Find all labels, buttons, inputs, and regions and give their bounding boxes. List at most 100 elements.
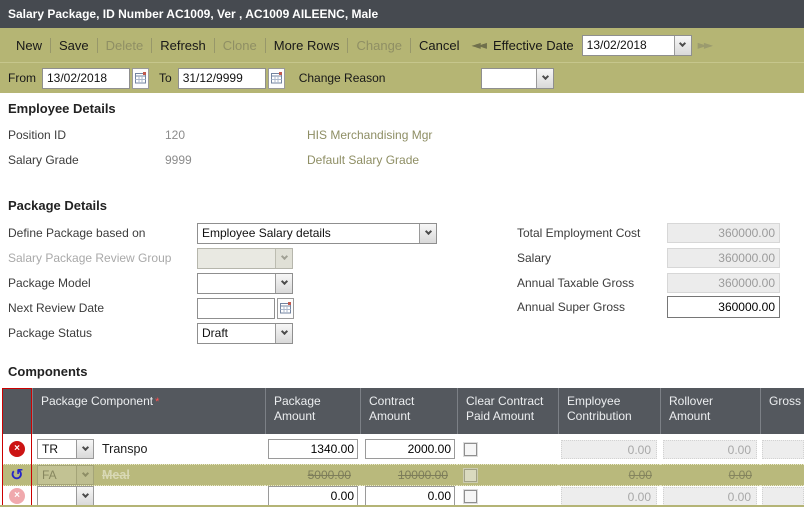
- package-component-header: Package Component*: [32, 388, 265, 434]
- toolbar-separator: [347, 38, 348, 53]
- package-amount-input[interactable]: [268, 439, 358, 459]
- more-rows-button[interactable]: More Rows: [274, 38, 340, 53]
- previous-effective-date-icon[interactable]: ◄◄: [472, 38, 487, 52]
- dropdown-arrow-icon: [275, 274, 292, 293]
- component-code-select[interactable]: [37, 486, 94, 506]
- employee-contribution-cell: 0.00: [558, 464, 660, 486]
- package-status-select[interactable]: Draft: [197, 323, 293, 344]
- bottom-divider: [0, 505, 804, 507]
- calendar-icon[interactable]: [132, 68, 149, 89]
- contract-amount-cell: [360, 434, 457, 464]
- total-employment-cost-label: Total Employment Cost: [517, 226, 667, 240]
- dropdown-arrow-icon: [76, 440, 93, 458]
- clone-button[interactable]: Clone: [223, 38, 257, 53]
- package-component-cell: [32, 486, 265, 506]
- package-amount-value: 5000.00: [308, 468, 360, 482]
- cancel-button[interactable]: Cancel: [419, 38, 459, 53]
- undo-delete-icon[interactable]: ↺: [10, 467, 23, 483]
- toolbar-separator: [265, 38, 266, 53]
- dropdown-arrow-icon: [76, 466, 93, 484]
- contract-amount-header: Contract Amount: [360, 388, 457, 434]
- date-filter-bar: From To Change Reason: [0, 63, 804, 93]
- package-model-select[interactable]: [197, 273, 293, 294]
- package-amount-cell: 5000.00: [265, 464, 360, 486]
- refresh-button[interactable]: Refresh: [160, 38, 206, 53]
- employee-contribution-field: 0.00: [561, 440, 657, 459]
- next-review-date-input[interactable]: [197, 298, 275, 319]
- contract-amount-input[interactable]: [365, 439, 455, 459]
- review-group-label: Salary Package Review Group: [8, 251, 197, 265]
- clear-contract-paid-cell: [457, 486, 558, 506]
- required-marker: *: [155, 396, 159, 408]
- from-date-input[interactable]: [42, 68, 130, 89]
- change-reason-label: Change Reason: [299, 71, 386, 85]
- change-button[interactable]: Change: [356, 38, 402, 53]
- effective-date-label: Effective Date: [493, 38, 574, 53]
- clear-contract-paid-header: Clear Contract Paid Amount: [457, 388, 558, 434]
- rollover-amount-field: 0.00: [663, 440, 757, 459]
- to-date-input[interactable]: [178, 68, 266, 89]
- toolbar-separator: [214, 38, 215, 53]
- package-model-label: Package Model: [8, 276, 197, 290]
- window-title: Salary Package, ID Number AC1009, Ver , …: [0, 0, 804, 28]
- component-code-select[interactable]: FA: [37, 465, 94, 485]
- toolbar-separator: [97, 38, 98, 53]
- gross-cell: [760, 434, 804, 464]
- contract-amount-input[interactable]: [365, 486, 455, 506]
- employee-contribution-header: Employee Contribution: [558, 388, 660, 434]
- new-button[interactable]: New: [16, 38, 42, 53]
- delete-row-icon[interactable]: ×: [9, 441, 25, 457]
- dropdown-arrow-icon: [76, 487, 93, 505]
- components-table: Package Component* Package Amount Contra…: [2, 388, 804, 506]
- next-review-date-label: Next Review Date: [8, 301, 197, 315]
- toolbar-separator: [151, 38, 152, 53]
- annual-super-gross-label: Annual Super Gross: [517, 300, 667, 314]
- clear-contract-paid-checkbox[interactable]: [464, 490, 477, 503]
- package-amount-cell: [265, 434, 360, 464]
- annual-super-gross-input[interactable]: [667, 296, 780, 318]
- package-amount-input[interactable]: [268, 486, 358, 506]
- delete-row-icon[interactable]: ×: [9, 488, 25, 504]
- to-label: To: [159, 71, 172, 85]
- clear-contract-paid-checkbox[interactable]: [464, 469, 477, 482]
- calendar-icon[interactable]: [277, 298, 294, 319]
- dropdown-arrow-icon: [419, 224, 436, 243]
- action-column-header: [2, 388, 32, 434]
- contract-amount-value: 10000.00: [398, 468, 457, 482]
- define-package-select[interactable]: Employee Salary details: [197, 223, 437, 244]
- rollover-amount-header: Rollover Amount: [660, 388, 760, 434]
- salary-grade-description: Default Salary Grade: [307, 153, 419, 167]
- clear-contract-paid-cell: [457, 464, 558, 486]
- package-amount-header: Package Amount: [265, 388, 360, 434]
- position-description: HIS Merchandising Mgr: [307, 128, 432, 142]
- save-button[interactable]: Save: [59, 38, 89, 53]
- rollover-amount-cell: 0.00: [660, 434, 760, 464]
- component-code-select[interactable]: TR: [37, 439, 94, 459]
- delete-button[interactable]: Delete: [106, 38, 144, 53]
- table-row-action-cell: ↺: [2, 464, 32, 486]
- dropdown-arrow-icon: [536, 69, 553, 88]
- rollover-amount-cell: 0.00: [660, 486, 760, 506]
- annual-taxable-gross-label: Annual Taxable Gross: [517, 276, 667, 290]
- next-effective-date-icon[interactable]: ►►: [698, 38, 713, 52]
- package-component-cell: TR Transpo: [32, 434, 265, 464]
- toolbar: New Save Delete Refresh Clone More Rows …: [0, 28, 804, 63]
- clear-contract-paid-cell: [457, 434, 558, 464]
- effective-date-select[interactable]: 13/02/2018: [582, 35, 692, 56]
- rollover-amount-value: 0.00: [729, 468, 760, 482]
- salary-label: Salary: [517, 251, 667, 265]
- gross-field: [762, 487, 804, 506]
- annual-taxable-gross-field: 360000.00: [667, 273, 780, 293]
- employee-contribution-value: 0.00: [629, 468, 660, 482]
- dropdown-arrow-icon: [275, 324, 292, 343]
- salary-grade-value: 9999: [165, 153, 192, 167]
- clear-contract-paid-checkbox[interactable]: [464, 443, 477, 456]
- dropdown-arrow-icon: [275, 249, 292, 268]
- change-reason-select[interactable]: [481, 68, 554, 89]
- gross-field: [762, 440, 804, 459]
- employee-contribution-cell: 0.00: [558, 434, 660, 464]
- calendar-icon[interactable]: [268, 68, 285, 89]
- components-heading: Components: [8, 364, 87, 379]
- review-group-select[interactable]: [197, 248, 293, 269]
- gross-cell: [760, 486, 804, 506]
